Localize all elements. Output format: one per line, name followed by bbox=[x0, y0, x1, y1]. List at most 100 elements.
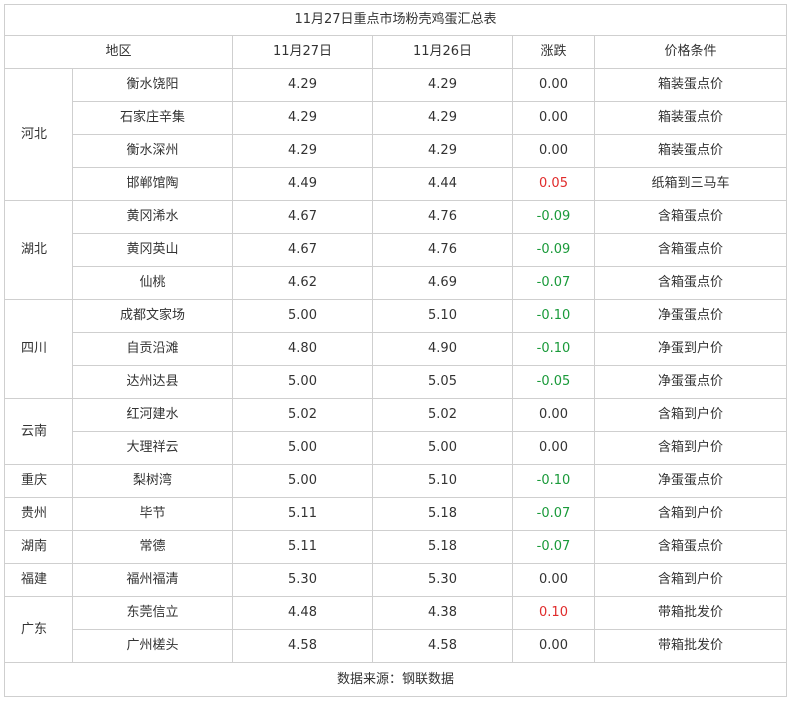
price-nov26-cell: 4.69 bbox=[372, 266, 513, 300]
market-cell: 石家庄辛集 bbox=[72, 101, 233, 135]
price-nov27-cell: 5.11 bbox=[232, 497, 373, 531]
region-cell: 湖北 bbox=[4, 200, 73, 300]
change-cell: -0.09 bbox=[512, 200, 595, 234]
market-cell: 黄冈浠水 bbox=[72, 200, 233, 234]
price-nov26-cell: 5.10 bbox=[372, 464, 513, 498]
price-nov27-cell: 5.02 bbox=[232, 398, 373, 432]
change-cell: 0.00 bbox=[512, 629, 595, 663]
price-nov27-cell: 4.49 bbox=[232, 167, 373, 201]
price-condition-cell: 箱装蛋点价 bbox=[593, 134, 788, 168]
change-cell: -0.10 bbox=[512, 299, 595, 333]
market-cell: 邯郸馆陶 bbox=[72, 167, 233, 201]
price-condition-cell: 含箱到户价 bbox=[593, 563, 788, 597]
table-row: 重庆 梨树湾 5.00 5.10 -0.10 净蛋蛋点价 bbox=[4, 464, 788, 498]
price-nov27-cell: 5.00 bbox=[232, 431, 373, 465]
price-nov27-cell: 5.00 bbox=[232, 464, 373, 498]
region-cell: 云南 bbox=[4, 398, 73, 465]
market-cell: 广州槎头 bbox=[72, 629, 233, 663]
price-nov26-cell: 5.30 bbox=[372, 563, 513, 597]
price-nov26-cell: 4.38 bbox=[372, 596, 513, 630]
table-title: 11月27日重点市场粉壳鸡蛋汇总表 bbox=[3, 4, 788, 36]
price-condition-cell: 纸箱到三马车 bbox=[593, 167, 788, 201]
price-nov26-cell: 5.18 bbox=[372, 497, 513, 531]
change-cell: 0.00 bbox=[512, 398, 595, 432]
change-cell: 0.00 bbox=[512, 68, 595, 102]
price-condition-cell: 带箱批发价 bbox=[593, 596, 788, 630]
price-condition-cell: 含箱到户价 bbox=[593, 431, 788, 465]
market-cell: 黄冈英山 bbox=[72, 233, 233, 267]
market-cell: 衡水饶阳 bbox=[72, 68, 233, 102]
region-cell: 福建 bbox=[4, 563, 73, 597]
price-condition-cell: 净蛋蛋点价 bbox=[593, 365, 788, 399]
change-cell: 0.00 bbox=[512, 431, 595, 465]
price-nov26-cell: 5.02 bbox=[372, 398, 513, 432]
price-condition-cell: 含箱蛋点价 bbox=[593, 530, 788, 564]
price-nov26-cell: 5.10 bbox=[372, 299, 513, 333]
price-nov27-cell: 4.62 bbox=[232, 266, 373, 300]
data-source-note: 数据来源：钢联数据 bbox=[3, 662, 788, 697]
change-cell: 0.00 bbox=[512, 134, 595, 168]
change-cell: 0.00 bbox=[512, 563, 595, 597]
market-cell: 红河建水 bbox=[72, 398, 233, 432]
table-row: 湖北 黄冈浠水 4.67 4.76 -0.09 含箱蛋点价 bbox=[4, 200, 788, 300]
market-cell: 仙桃 bbox=[72, 266, 233, 300]
table-body: 河北 衡水饶阳 4.29 4.29 0.00 箱装蛋点价 石家庄辛集 4.29 4.29 0.00… bbox=[4, 68, 788, 663]
table-row: 衡水深州 4.29 4.29 0.00 箱装蛋点价 bbox=[5, 134, 788, 168]
header-region: 地区 bbox=[4, 35, 233, 69]
price-nov27-cell: 4.67 bbox=[232, 200, 373, 234]
price-condition-cell: 带箱批发价 bbox=[593, 629, 788, 663]
table-row: 四川 成都文家场 5.00 5.10 -0.10 净蛋蛋点价 bbox=[4, 299, 788, 399]
egg-price-table: 11月27日重点市场粉壳鸡蛋汇总表 地区 11月27日 11月26日 涨跌 价格… bbox=[3, 4, 788, 697]
price-condition-cell: 含箱蛋点价 bbox=[593, 233, 788, 267]
change-cell: -0.09 bbox=[512, 233, 595, 267]
market-cell: 东莞信立 bbox=[72, 596, 233, 630]
title-row: 11月27日重点市场粉壳鸡蛋汇总表 bbox=[3, 4, 788, 36]
market-cell: 梨树湾 bbox=[72, 464, 233, 498]
change-cell: -0.10 bbox=[512, 332, 595, 366]
header-row: 地区 11月27日 11月26日 涨跌 价格条件 bbox=[4, 35, 788, 69]
change-cell: 0.00 bbox=[512, 101, 595, 135]
market-cell: 毕节 bbox=[72, 497, 233, 531]
region-cell: 广东 bbox=[4, 596, 73, 663]
price-nov27-cell: 4.67 bbox=[232, 233, 373, 267]
price-nov27-cell: 4.48 bbox=[232, 596, 373, 630]
market-cell: 衡水深州 bbox=[72, 134, 233, 168]
price-nov26-cell: 4.44 bbox=[372, 167, 513, 201]
change-cell: -0.10 bbox=[512, 464, 595, 498]
price-condition-cell: 含箱到户价 bbox=[593, 497, 788, 531]
header-price-condition: 价格条件 bbox=[593, 35, 788, 69]
price-nov26-cell: 4.58 bbox=[372, 629, 513, 663]
price-condition-cell: 净蛋蛋点价 bbox=[593, 464, 788, 498]
region-cell: 重庆 bbox=[4, 464, 73, 498]
table-row: 自贡沿滩 4.80 4.90 -0.10 净蛋到户价 bbox=[5, 332, 788, 366]
price-nov26-cell: 5.18 bbox=[372, 530, 513, 564]
price-nov26-cell: 4.90 bbox=[372, 332, 513, 366]
price-condition-cell: 箱装蛋点价 bbox=[593, 101, 788, 135]
price-nov27-cell: 4.29 bbox=[232, 68, 373, 102]
market-cell: 大理祥云 bbox=[72, 431, 233, 465]
price-nov27-cell: 4.29 bbox=[232, 101, 373, 135]
price-nov27-cell: 5.00 bbox=[232, 365, 373, 399]
change-cell: -0.07 bbox=[512, 530, 595, 564]
price-nov26-cell: 4.29 bbox=[372, 68, 513, 102]
header-date-26: 11月26日 bbox=[372, 35, 513, 69]
price-nov26-cell: 4.29 bbox=[372, 134, 513, 168]
table-row: 河北 衡水饶阳 4.29 4.29 0.00 箱装蛋点价 bbox=[4, 68, 788, 201]
table-row: 广州槎头 4.58 4.58 0.00 带箱批发价 bbox=[5, 629, 788, 663]
price-nov27-cell: 4.58 bbox=[232, 629, 373, 663]
change-cell: -0.07 bbox=[512, 497, 595, 531]
price-condition-cell: 含箱到户价 bbox=[593, 398, 788, 432]
change-cell: 0.05 bbox=[512, 167, 595, 201]
table-row: 贵州 毕节 5.11 5.18 -0.07 含箱到户价 bbox=[4, 497, 788, 531]
price-nov26-cell: 5.05 bbox=[372, 365, 513, 399]
price-condition-cell: 含箱蛋点价 bbox=[593, 200, 788, 234]
market-cell: 成都文家场 bbox=[72, 299, 233, 333]
price-nov27-cell: 4.80 bbox=[232, 332, 373, 366]
price-condition-cell: 净蛋蛋点价 bbox=[593, 299, 788, 333]
table-row: 云南 红河建水 5.02 5.02 0.00 含箱到户价 bbox=[4, 398, 788, 465]
table-row: 广东 东莞信立 4.48 4.38 0.10 带箱批发价 bbox=[4, 596, 788, 663]
header-change: 涨跌 bbox=[512, 35, 595, 69]
region-cell: 四川 bbox=[4, 299, 73, 399]
market-cell: 福州福清 bbox=[72, 563, 233, 597]
region-cell: 湖南 bbox=[4, 530, 73, 564]
